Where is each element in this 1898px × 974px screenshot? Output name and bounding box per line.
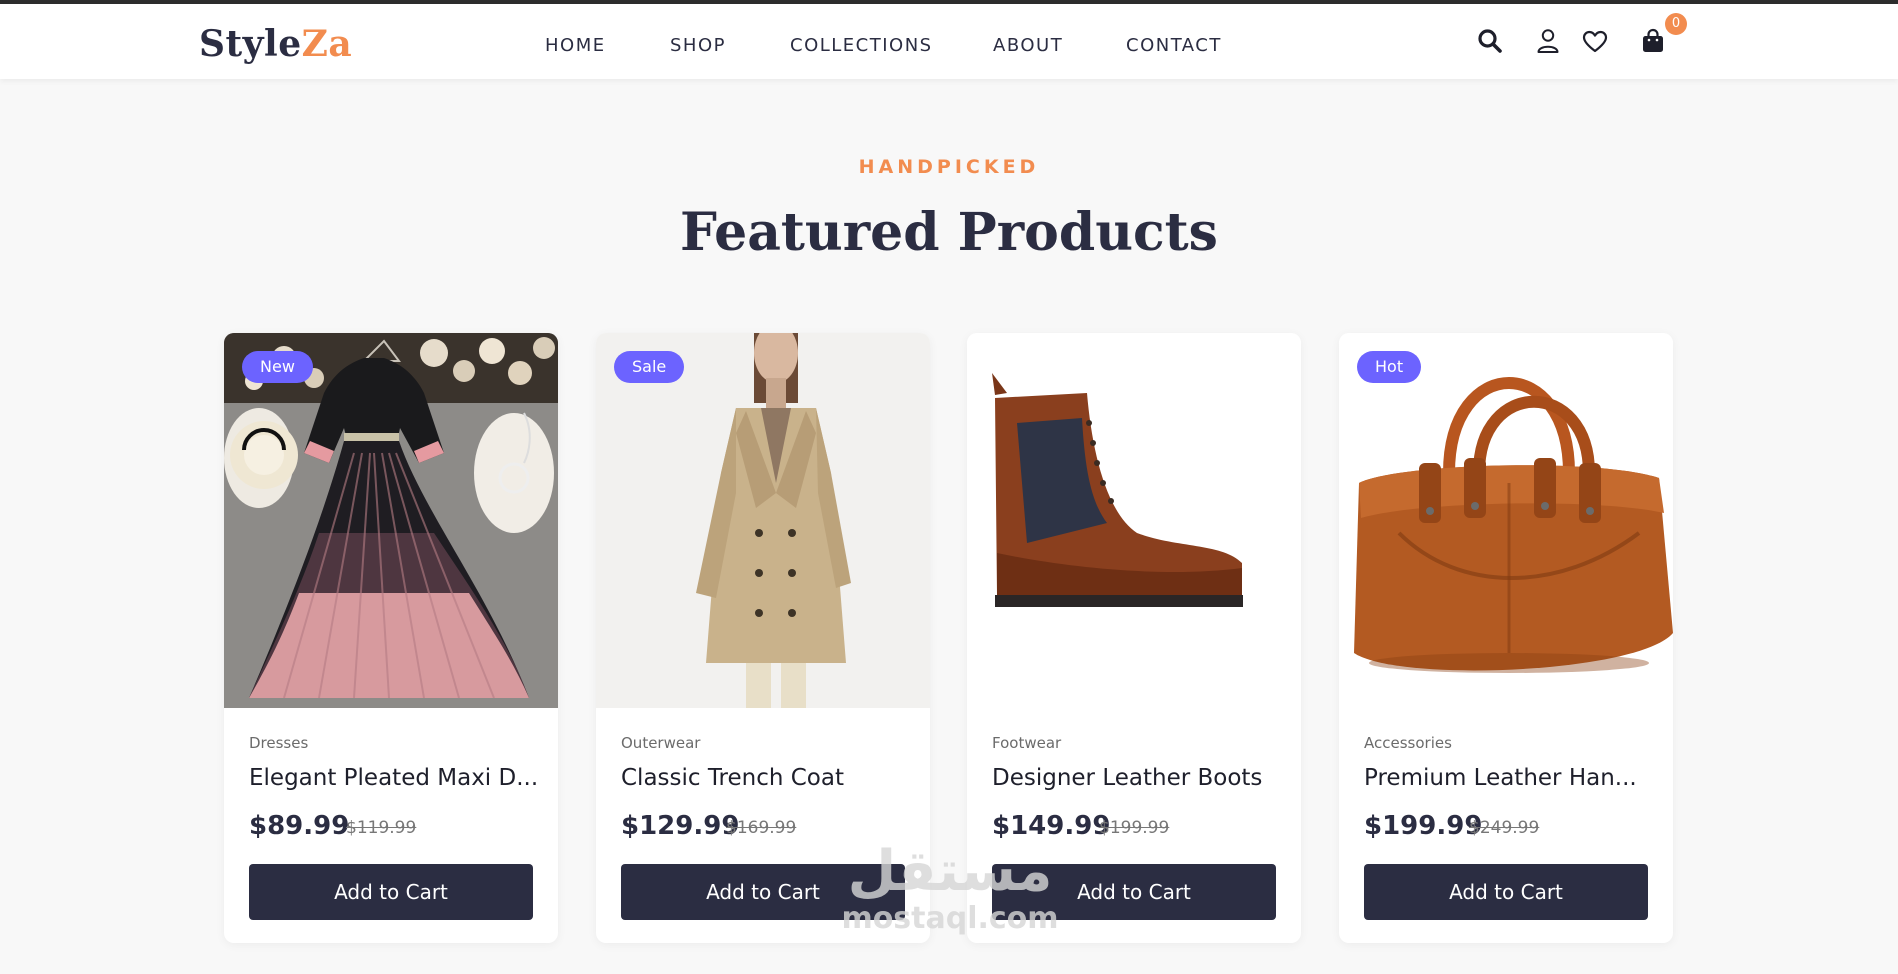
product-price: $89.99 [249, 811, 350, 841]
search-icon[interactable] [1477, 28, 1503, 58]
product-image-dress[interactable]: New [224, 333, 558, 708]
add-to-cart-button[interactable]: Add to Cart [249, 864, 533, 920]
cart-count-badge: 0 [1665, 13, 1687, 35]
heart-icon[interactable] [1582, 30, 1608, 58]
product-badge: Hot [1357, 351, 1422, 383]
site-header: StyleZa HOME SHOP COLLECTIONS ABOUT CONT… [0, 4, 1898, 79]
logo[interactable]: StyleZa [199, 22, 352, 66]
product-name[interactable]: Premium Leather Han... [1364, 763, 1654, 793]
add-to-cart-button[interactable]: Add to Cart [1364, 864, 1648, 920]
watermark: مستقل mostaql.com [830, 842, 1070, 936]
product-old-price: $119.99 [346, 818, 417, 838]
product-category: Outerwear [621, 734, 701, 752]
logo-part-za: Za [301, 23, 353, 65]
product-image-trench-coat[interactable]: Sale [596, 333, 930, 708]
product-old-price: $249.99 [1469, 818, 1540, 838]
product-category: Accessories [1364, 734, 1452, 752]
product-price: $149.99 [992, 811, 1111, 841]
section-eyebrow: HANDPICKED [858, 156, 1040, 178]
product-price: $129.99 [621, 811, 740, 841]
nav-collections[interactable]: COLLECTIONS [790, 34, 933, 58]
nav-about[interactable]: ABOUT [993, 34, 1063, 58]
watermark-latin: mostaql.com [841, 901, 1059, 936]
product-image-leather-boots[interactable] [967, 333, 1301, 708]
product-price: $199.99 [1364, 811, 1483, 841]
nav-contact[interactable]: CONTACT [1126, 34, 1222, 58]
product-category: Footwear [992, 734, 1062, 752]
product-badge: New [242, 351, 313, 383]
user-icon[interactable] [1536, 28, 1560, 58]
watermark-arabic: مستقل [847, 839, 1053, 904]
product-name[interactable]: Designer Leather Boots [992, 763, 1282, 793]
product-badge: Sale [614, 351, 685, 383]
section-title: Featured Products [680, 202, 1218, 263]
product-category: Dresses [249, 734, 309, 752]
product-name[interactable]: Elegant Pleated Maxi D... [249, 763, 539, 793]
logo-part-style: Style [199, 23, 302, 65]
product-card[interactable]: New Dresses Elegant Pleated Maxi D... $8… [224, 333, 558, 943]
nav-home[interactable]: HOME [545, 34, 606, 58]
product-old-price: $199.99 [1099, 818, 1170, 838]
product-old-price: $169.99 [726, 818, 797, 838]
product-image-leather-handbag[interactable]: Hot [1339, 333, 1673, 708]
product-card[interactable]: Hot Accessories Premium Leather Han... $… [1339, 333, 1673, 943]
product-name[interactable]: Classic Trench Coat [621, 763, 911, 793]
shopping-bag-icon[interactable] [1641, 28, 1665, 58]
nav-shop[interactable]: SHOP [670, 34, 726, 58]
